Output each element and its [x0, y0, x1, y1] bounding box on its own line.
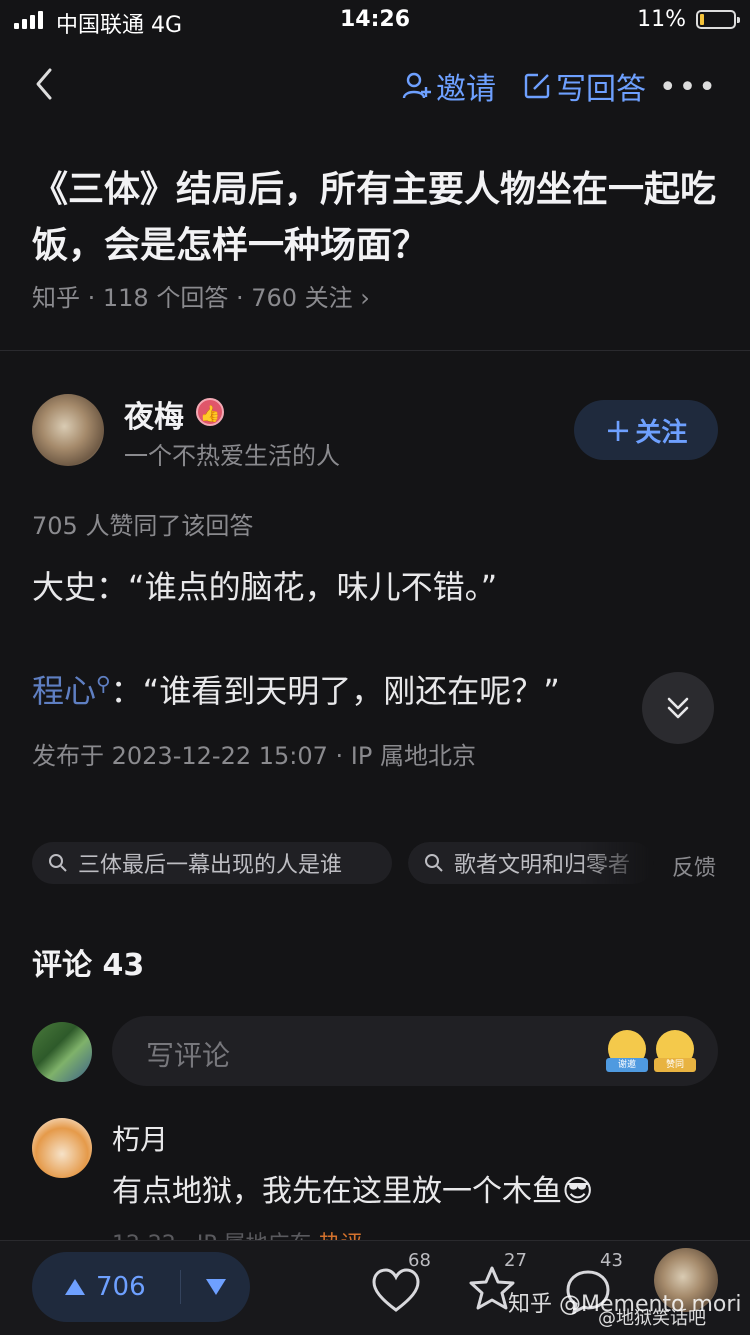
back-button[interactable] — [30, 66, 60, 102]
comment-placeholder: 写评论 — [146, 1039, 231, 1072]
search-link[interactable]: 程心⚲ — [32, 671, 111, 710]
search-icon — [49, 854, 67, 872]
commenter-name[interactable]: 朽月 — [112, 1118, 168, 1158]
battery-icon — [696, 10, 740, 29]
favorite-count: 27 — [504, 1250, 527, 1271]
search-icon — [425, 854, 443, 872]
question-meta[interactable]: 知乎 · 118 个回答 · 760 关注 › — [32, 278, 370, 313]
downvote-button[interactable] — [181, 1252, 250, 1322]
author-bio: 一个不热爱生活的人 — [124, 442, 340, 470]
battery-percent: 11% — [637, 7, 686, 32]
thumbs-up-badge-icon: 👍 — [196, 398, 224, 426]
write-answer-button[interactable]: 写回答 — [522, 64, 646, 108]
emoji-xieyao-button[interactable]: 谢邀 — [606, 1030, 648, 1072]
triangle-down-icon — [205, 1279, 226, 1295]
search-link-text: 程心 — [32, 672, 97, 710]
plus-icon: + — [604, 411, 632, 449]
emoji-zantong-button[interactable]: 赞同 — [654, 1030, 696, 1072]
more-icon: ••• — [658, 70, 718, 105]
emoji-tag: 赞同 — [654, 1058, 696, 1072]
comment-text: 有点地狱，我先在这里放一个木鱼😎 — [112, 1174, 594, 1209]
status-bar: 中国联通 4G 14:26 11% — [0, 0, 750, 40]
write-answer-label: 写回答 — [556, 72, 646, 107]
upvote-count: 706 — [96, 1272, 146, 1302]
vote-control: 706 — [32, 1252, 250, 1322]
expand-button[interactable] — [642, 672, 714, 744]
more-options-button[interactable]: ••• — [659, 70, 718, 105]
answer-paragraph: 大史：“谁点的脑花，味儿不错。” — [32, 568, 498, 606]
related-search-label: 歌者文明和归零者 — [454, 853, 631, 878]
comments-heading: 评论 43 — [32, 948, 145, 983]
chevron-left-icon — [36, 68, 52, 100]
upvote-button[interactable]: 706 — [32, 1252, 180, 1322]
commenter-avatar[interactable] — [32, 1118, 92, 1178]
invite-button[interactable]: 邀请 — [402, 64, 496, 108]
watermark: @地狱笑话吧 — [598, 1308, 706, 1329]
answer-paragraph: 程心⚲：“谁看到天明了，刚还在呢？” — [32, 666, 560, 712]
author-avatar[interactable] — [32, 394, 104, 466]
emoji-tag: 谢邀 — [606, 1058, 648, 1072]
search-icon: ⚲ — [96, 671, 111, 696]
feedback-link[interactable]: 反馈 — [672, 850, 716, 882]
publish-info: 发布于 2023-12-22 15:07 · IP 属地北京 — [32, 742, 476, 770]
invite-label: 邀请 — [436, 72, 496, 107]
follow-button[interactable]: + 关注 — [574, 400, 718, 460]
author-name[interactable]: 夜梅 — [124, 392, 184, 436]
like-button[interactable]: 68 — [370, 1250, 431, 1318]
related-search-chip[interactable]: 歌者文明和归零者 — [408, 842, 654, 884]
question-title[interactable]: 《三体》结局后，所有主要人物坐在一起吃饭，会是怎样一种场面？ — [32, 162, 722, 274]
divider — [0, 350, 750, 351]
triangle-up-icon — [65, 1279, 85, 1295]
double-chevron-down-icon — [667, 697, 689, 719]
heart-icon — [372, 1268, 420, 1312]
follow-label: 关注 — [635, 417, 688, 448]
like-count: 68 — [408, 1250, 431, 1271]
my-avatar — [32, 1022, 92, 1082]
comment-count: 43 — [600, 1250, 623, 1271]
related-search-label: 三体最后一幕出现的人是谁 — [78, 853, 343, 878]
upvote-summary: 705 人赞同了该回答 — [32, 512, 254, 540]
edit-icon — [524, 73, 550, 99]
related-search-chip[interactable]: 三体最后一幕出现的人是谁 — [32, 842, 392, 884]
answer-text: ：“谁看到天明了，刚还在呢？” — [110, 672, 560, 710]
add-user-icon — [402, 72, 431, 99]
